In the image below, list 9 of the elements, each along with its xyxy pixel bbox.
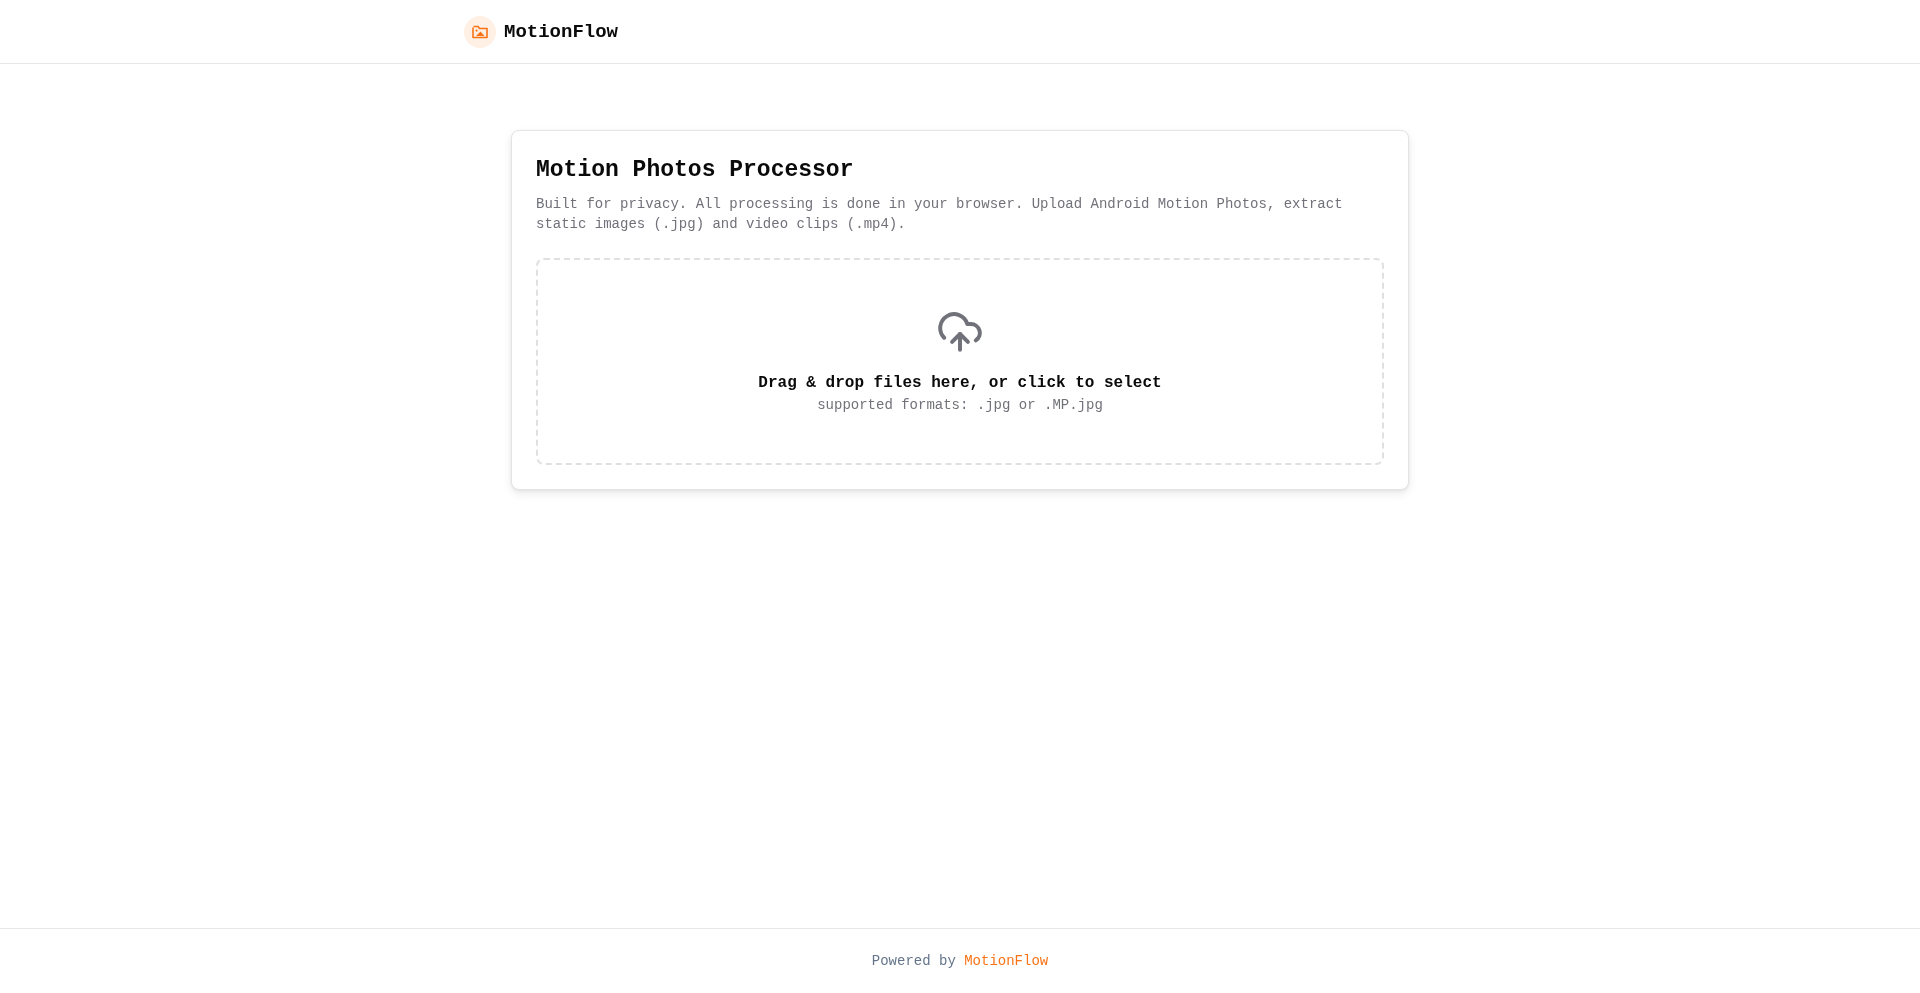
footer-text: Powered by [871, 952, 956, 971]
brand-link[interactable]: MotionFlow [504, 17, 619, 46]
card-title: Motion Photos Processor [536, 156, 855, 185]
cloud-upload-icon [938, 312, 982, 352]
dropzone-prompt: Drag & drop files here, or click to select [758, 373, 1162, 394]
dropzone-hint: supported formats: .jpg or .MP.jpg [817, 396, 1103, 415]
upload-dropzone[interactable]: Drag & drop files here, or click to select supported formats: .jpg or .MP.jpg [536, 258, 1384, 465]
image-folder-icon [464, 15, 496, 48]
card-description: Built for privacy. All processing is done in your browser. Upload Android Motion Photos, extract static images (.jpg) and video clips (.mp4). [536, 195, 1344, 234]
